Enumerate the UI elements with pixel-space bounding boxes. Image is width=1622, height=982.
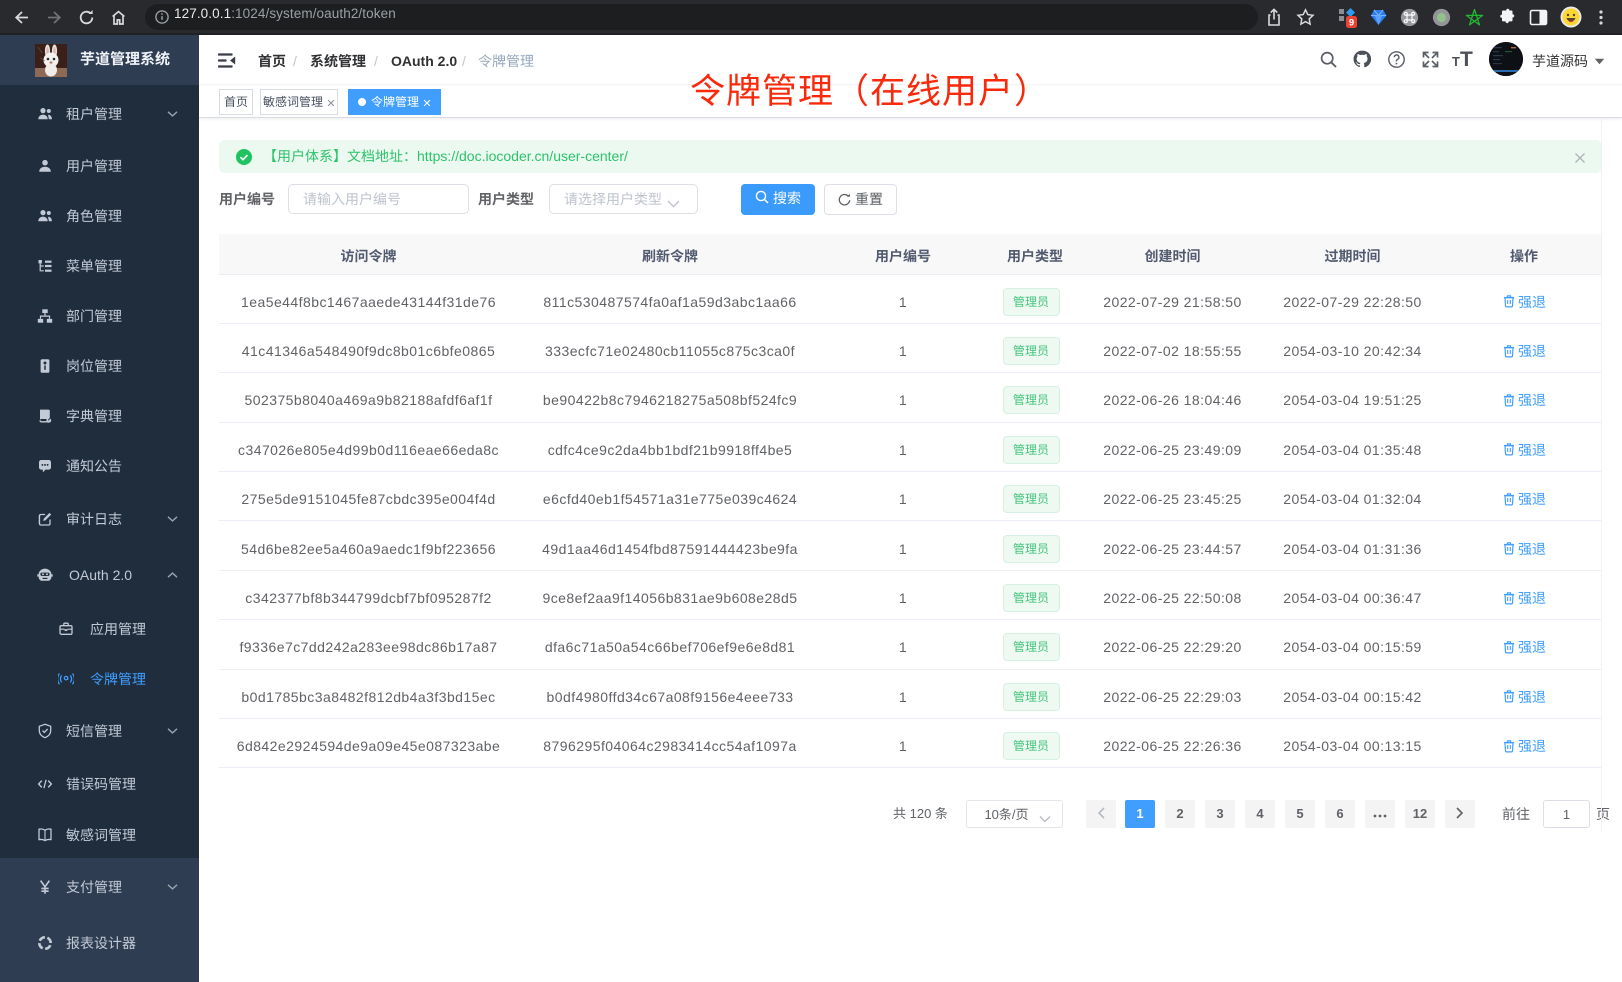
svg-text:9: 9 (1349, 17, 1354, 28)
